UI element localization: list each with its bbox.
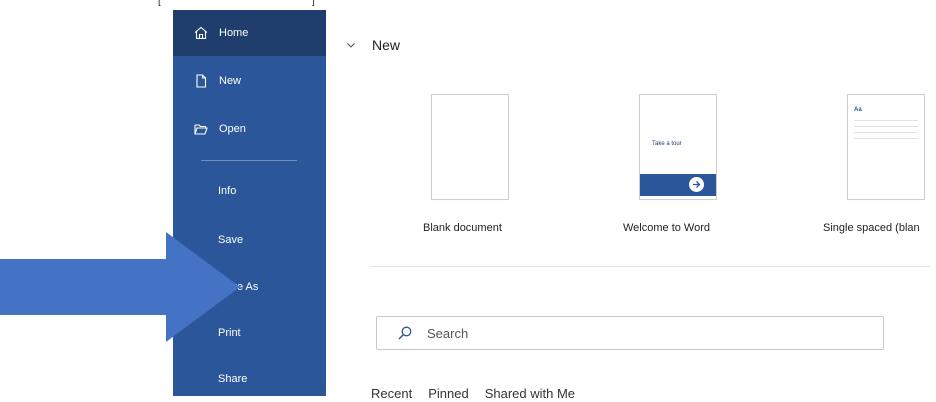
- cropped-top-fragment: [ ]: [150, 0, 330, 10]
- sidebar-item-save-as[interactable]: Save As: [173, 264, 326, 310]
- search-box[interactable]: Search: [376, 316, 884, 350]
- template-thumbnail: [431, 94, 509, 200]
- sidebar-item-save[interactable]: Save: [173, 217, 326, 263]
- template-thumbnail: Take a tour: [639, 94, 717, 200]
- sidebar-item-print[interactable]: Print: [173, 310, 326, 356]
- template-label: Single spaced (blan: [823, 222, 920, 234]
- thumbnail-line: [854, 138, 918, 139]
- section-divider: [371, 266, 931, 267]
- thumbnail-text: Take a tour: [652, 141, 682, 147]
- sidebar-item-label: Save As: [218, 281, 259, 293]
- template-thumbnail: Aa: [847, 94, 925, 200]
- home-icon: [193, 25, 209, 41]
- new-document-pane: New Blank document Take a tour Welcome t…: [326, 0, 936, 401]
- template-welcome-to-word[interactable]: Take a tour: [639, 94, 717, 200]
- thumbnail-text: Aa: [854, 107, 862, 113]
- tab-recent[interactable]: Recent: [371, 386, 412, 401]
- template-blank-document[interactable]: [431, 94, 509, 200]
- tab-shared-with-me[interactable]: Shared with Me: [485, 386, 575, 401]
- template-label: Blank document: [423, 222, 502, 234]
- thumbnail-band: [640, 174, 716, 196]
- chevron-down-icon: [346, 40, 356, 50]
- thumbnail-line: [854, 120, 918, 121]
- sidebar-item-label: Print: [218, 327, 241, 339]
- sidebar-item-share[interactable]: Share: [173, 356, 326, 402]
- sidebar-item-home[interactable]: Home: [173, 10, 326, 56]
- search-placeholder: Search: [427, 325, 469, 341]
- new-document-icon: [193, 73, 209, 89]
- section-title: New: [372, 37, 401, 53]
- sidebar-item-info[interactable]: Info: [173, 168, 326, 214]
- arrow-right-icon: [689, 177, 704, 192]
- document-tabs: Recent Pinned Shared with Me: [371, 386, 591, 401]
- bracket-left-glyph: [: [158, 0, 161, 7]
- sidebar-item-label: Open: [219, 123, 246, 135]
- search-icon: [397, 325, 413, 341]
- new-section-header[interactable]: New: [346, 37, 400, 53]
- open-folder-icon: [193, 121, 209, 137]
- sidebar-item-label: Share: [218, 373, 248, 385]
- thumbnail-line: [854, 126, 918, 127]
- sidebar-divider: [201, 160, 297, 161]
- sidebar-item-open[interactable]: Open: [173, 106, 326, 152]
- backstage-sidebar: Home New Open Info Save Save As Print Sh…: [173, 10, 326, 396]
- sidebar-item-label: Info: [218, 185, 237, 197]
- template-single-spaced[interactable]: Aa: [847, 94, 925, 200]
- thumbnail-line: [854, 132, 918, 133]
- sidebar-item-label: Save: [218, 234, 244, 246]
- tab-pinned[interactable]: Pinned: [428, 386, 468, 401]
- sidebar-item-label: New: [219, 75, 242, 87]
- template-label: Welcome to Word: [623, 222, 711, 234]
- sidebar-item-new[interactable]: New: [173, 58, 326, 104]
- bracket-right-glyph: ]: [312, 0, 315, 7]
- sidebar-item-label: Home: [219, 27, 249, 39]
